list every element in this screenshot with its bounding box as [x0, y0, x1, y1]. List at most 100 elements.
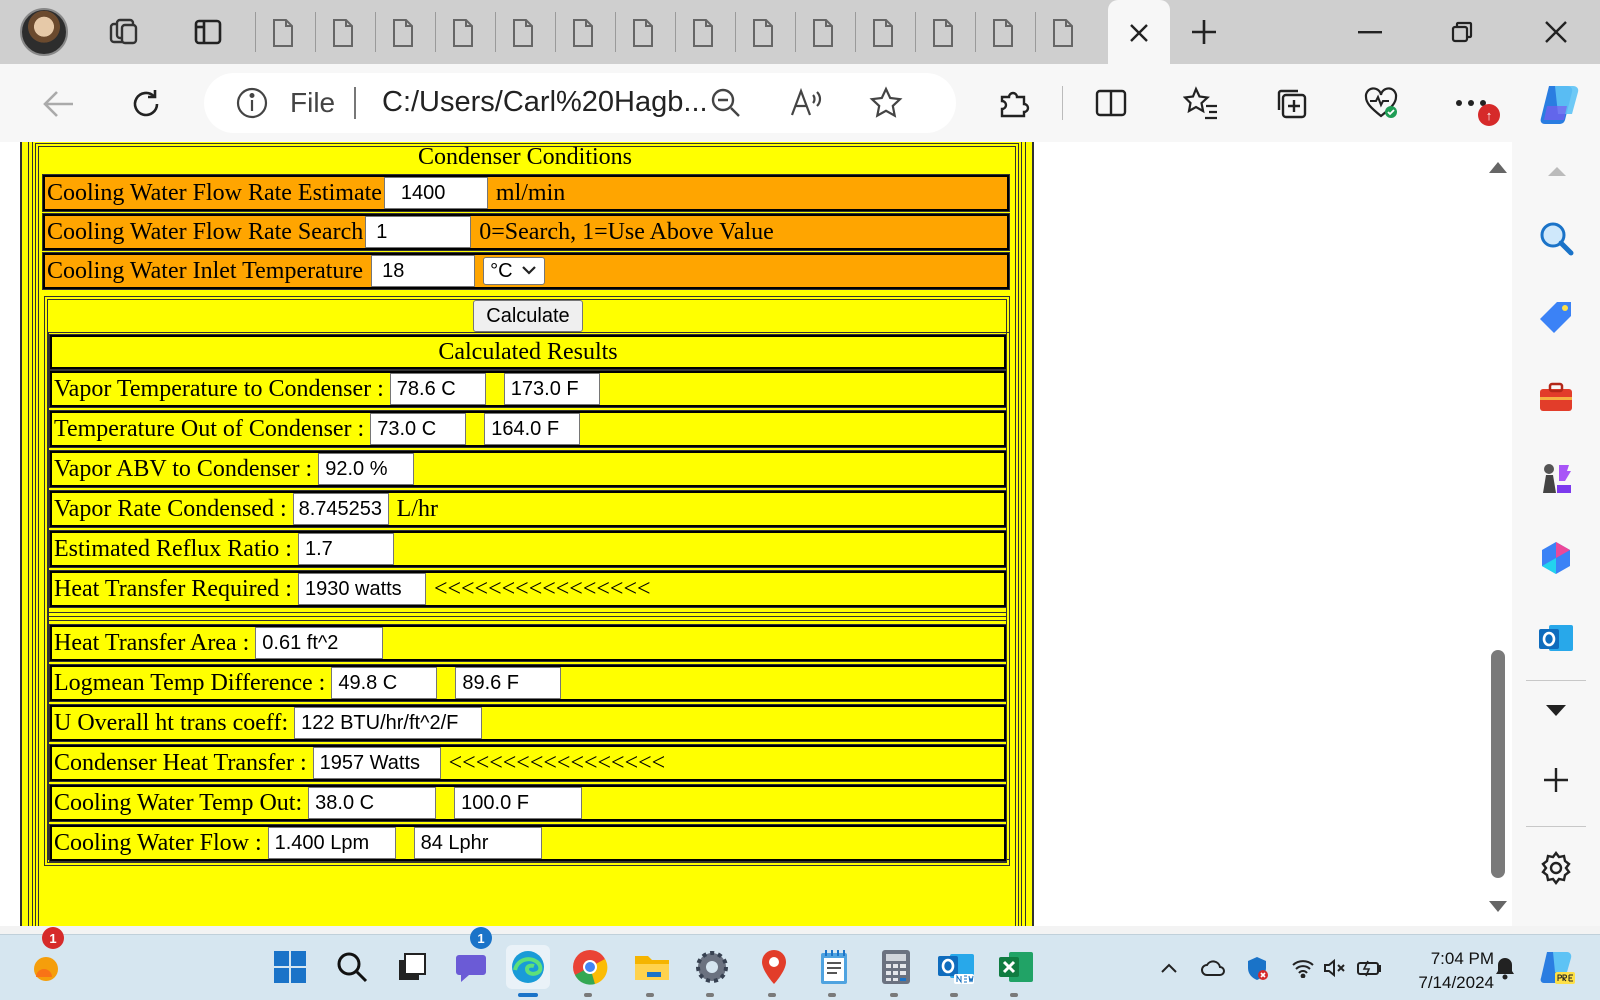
cw-flow-estimate-input[interactable]: 1400	[383, 177, 488, 209]
condenser-heat-row: Condenser Heat Transfer : 1957 Watts <<<…	[49, 744, 1007, 782]
restore-icon[interactable]	[1442, 14, 1482, 50]
favorite-star-icon[interactable]	[868, 85, 904, 121]
heat-area-field[interactable]: 0.61 ft^2	[255, 627, 384, 659]
notepad-icon[interactable]	[812, 945, 856, 989]
url-text[interactable]: C:/Users/Carl%20Hagb...	[382, 86, 708, 119]
vapor-temp-f-field[interactable]: 173.0 F	[503, 373, 600, 405]
active-tab[interactable]	[1108, 0, 1170, 64]
shopping-tag-icon[interactable]	[1534, 296, 1578, 340]
calculator-icon[interactable]	[874, 945, 918, 989]
copilot-icon[interactable]	[1534, 78, 1586, 130]
microsoft-365-icon[interactable]	[1534, 536, 1578, 580]
new-tab-icon[interactable]	[1186, 14, 1222, 50]
u-overall-field[interactable]: 122 BTU/hr/ft^2/F	[294, 707, 483, 739]
minimize-icon[interactable]	[1350, 14, 1390, 50]
defender-shield-icon[interactable]	[1244, 955, 1270, 981]
volume-muted-icon[interactable]	[1322, 955, 1348, 981]
tab-page-icon[interactable]	[811, 18, 835, 48]
close-window-icon[interactable]	[1536, 14, 1576, 50]
close-tab-icon[interactable]	[1128, 22, 1150, 44]
onedrive-cloud-icon[interactable]	[1200, 955, 1226, 981]
reflux-ratio-field[interactable]: 1.7	[297, 533, 394, 565]
edge-browser-icon[interactable]	[506, 945, 550, 989]
tab-page-icon[interactable]	[571, 18, 595, 48]
tab-page-icon[interactable]	[451, 18, 475, 48]
scroll-down-arrow-icon[interactable]	[1486, 898, 1510, 916]
tools-icon[interactable]	[1534, 376, 1578, 420]
extensions-icon[interactable]	[993, 82, 1035, 124]
wifi-icon[interactable]	[1290, 955, 1316, 981]
task-view-icon[interactable]	[390, 945, 434, 989]
calculate-button[interactable]: Calculate	[473, 300, 583, 332]
tab-page-icon[interactable]	[391, 18, 415, 48]
settings-gear-icon[interactable]	[690, 945, 734, 989]
back-icon[interactable]	[38, 84, 78, 124]
workspaces-icon[interactable]	[106, 14, 142, 50]
system-clock[interactable]: 7:04 PM 7/14/2024	[1394, 947, 1494, 995]
tab-page-icon[interactable]	[331, 18, 355, 48]
browser-essentials-icon[interactable]	[1360, 82, 1402, 124]
show-hidden-icons-chevron-icon[interactable]	[1156, 955, 1182, 981]
taskbar-search-icon[interactable]	[330, 945, 374, 989]
cw-flow-lpm-field[interactable]: 1.400 Lpm	[267, 827, 396, 859]
tab-page-icon[interactable]	[631, 18, 655, 48]
tab-page-icon[interactable]	[751, 18, 775, 48]
cw-flow-search-input[interactable]: 1	[365, 216, 472, 248]
cw-flow-lphr-field[interactable]: 84 Lphr	[413, 827, 542, 859]
sidebar-scroll-up-icon[interactable]	[1546, 164, 1568, 178]
scrollbar-thumb[interactable]	[1491, 650, 1505, 878]
refresh-icon[interactable]	[126, 84, 166, 124]
tab-actions-icon[interactable]	[190, 14, 226, 50]
favorites-icon[interactable]	[1180, 82, 1222, 124]
tab-page-icon[interactable]	[991, 18, 1015, 48]
notifications-bell-icon[interactable]	[1492, 955, 1518, 981]
start-windows-icon[interactable]	[268, 945, 312, 989]
temp-out-f-field[interactable]: 164.0 F	[484, 413, 581, 445]
teams-chat-icon[interactable]	[452, 945, 496, 989]
profile-avatar[interactable]	[20, 8, 68, 56]
site-info-icon[interactable]	[234, 85, 270, 121]
heat-required-label: Heat Transfer Required :	[54, 575, 292, 602]
outlook-new-icon[interactable]	[934, 945, 978, 989]
address-bar[interactable]: File C:/Users/Carl%20Hagb...	[204, 73, 956, 133]
tab-page-icon[interactable]	[871, 18, 895, 48]
tab-page-icon[interactable]	[1051, 18, 1075, 48]
temp-unit-select[interactable]: °C	[483, 257, 546, 285]
tab-page-icon[interactable]	[691, 18, 715, 48]
logmean-f-field[interactable]: 89.6 F	[455, 667, 562, 699]
outlook-icon[interactable]	[1534, 616, 1578, 660]
vapor-rate-unit: L/hr	[396, 495, 438, 522]
cw-flow-row: Cooling Water Flow : 1.400 Lpm 84 Lphr	[49, 824, 1007, 862]
zoom-out-icon[interactable]	[708, 85, 744, 121]
vapor-temp-c-field[interactable]: 78.6 C	[389, 373, 486, 405]
games-icon[interactable]	[1534, 456, 1578, 500]
cw-temp-out-c-field[interactable]: 38.0 C	[308, 787, 437, 819]
tab-page-icon[interactable]	[271, 18, 295, 48]
chrome-icon[interactable]	[568, 945, 612, 989]
maps-pin-icon[interactable]	[752, 945, 796, 989]
sidebar-divider	[1526, 680, 1586, 681]
split-screen-icon[interactable]	[1090, 82, 1132, 124]
vapor-abv-field[interactable]: 92.0 %	[318, 453, 415, 485]
read-aloud-icon[interactable]	[788, 85, 824, 121]
excel-icon[interactable]	[994, 945, 1038, 989]
sidebar-expand-icon[interactable]	[1534, 688, 1578, 732]
search-icon[interactable]	[1534, 216, 1578, 260]
cw-inlet-temp-input[interactable]: 18	[371, 255, 476, 287]
copilot-pre-icon[interactable]	[1536, 947, 1576, 987]
temp-out-c-field[interactable]: 73.0 C	[370, 413, 467, 445]
cw-temp-out-f-field[interactable]: 100.0 F	[454, 787, 583, 819]
scroll-up-arrow-icon[interactable]	[1486, 158, 1510, 176]
tab-page-icon[interactable]	[931, 18, 955, 48]
heat-required-field[interactable]: 1930 watts	[297, 573, 426, 605]
logmean-c-field[interactable]: 49.8 C	[331, 667, 438, 699]
weather-icon[interactable]	[24, 945, 68, 989]
vapor-rate-field[interactable]: 8.745253	[292, 493, 389, 525]
add-sidebar-app-icon[interactable]	[1534, 758, 1578, 802]
file-explorer-icon[interactable]	[630, 945, 674, 989]
sidebar-settings-gear-icon[interactable]	[1534, 846, 1578, 890]
condenser-heat-field[interactable]: 1957 Watts	[312, 747, 441, 779]
tab-page-icon[interactable]	[511, 18, 535, 48]
collections-icon[interactable]	[1270, 82, 1312, 124]
battery-icon[interactable]	[1356, 955, 1382, 981]
